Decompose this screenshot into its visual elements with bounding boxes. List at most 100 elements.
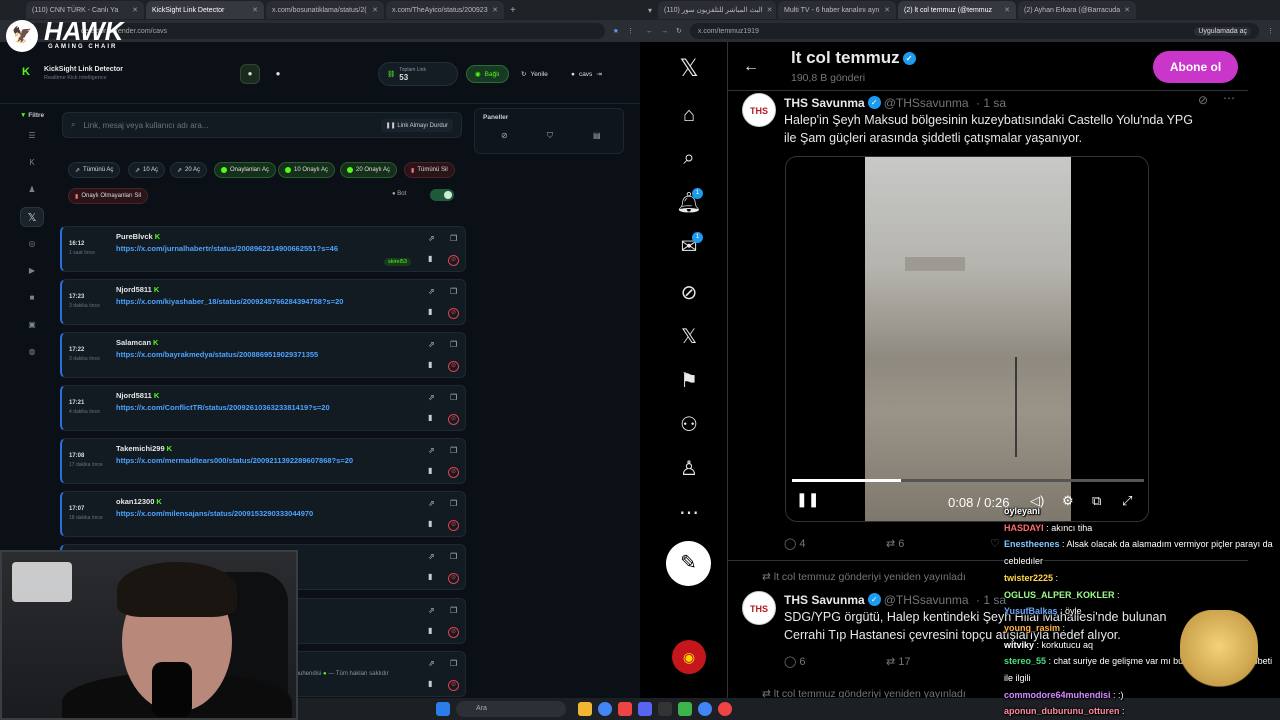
x-logo-icon[interactable]: 𝕏 [676, 54, 702, 83]
chat-username[interactable]: twister2225 [1004, 573, 1053, 583]
globe-icon[interactable]: ◍ [20, 342, 44, 362]
tab-syria-tv[interactable]: (110) البث المباشر للتلفزيون سور ✕ [658, 1, 777, 19]
copy-icon[interactable]: ❐ [450, 234, 457, 243]
obs-icon[interactable] [658, 702, 672, 716]
stop-links-button[interactable]: ❚❚ Link Almayı Durdur [380, 118, 453, 132]
external-link-icon[interactable]: ⇗ [428, 499, 435, 508]
tweet-author[interactable]: THS Savunma [784, 96, 865, 110]
camera-icon[interactable]: ▣ [20, 315, 44, 335]
communities-icon[interactable]: ⚇ [676, 412, 702, 437]
app-icon[interactable] [718, 702, 732, 716]
pause-icon[interactable]: ❚❚ [796, 491, 819, 508]
close-icon[interactable]: ✕ [1004, 6, 1010, 14]
close-icon[interactable]: ✕ [132, 6, 138, 14]
chat-username[interactable]: aponun_duburunu_otturen [1004, 706, 1119, 716]
link-url[interactable]: https://x.com/kiyashaber_18/status/20092… [116, 297, 343, 306]
list-icon[interactable]: ☰ [20, 126, 44, 146]
instagram-icon[interactable]: ◎ [20, 234, 44, 254]
link-url[interactable]: https://x.com/bayrakmedya/status/2008869… [116, 350, 318, 359]
back-arrow-icon[interactable]: ← [743, 58, 759, 76]
copy-icon[interactable]: ❐ [450, 552, 457, 561]
trash-icon[interactable]: ▮ [428, 626, 432, 635]
home-icon[interactable]: ⌂ [676, 104, 702, 127]
external-link-icon[interactable]: ⇗ [428, 552, 435, 561]
link-card[interactable]: 17:08 17 dakika önce Takemichi299 K https… [60, 438, 466, 484]
block-icon[interactable]: ⊘ [448, 520, 459, 531]
profile-icon[interactable]: ♙ [676, 456, 702, 481]
search-bar[interactable]: ⌕ Link, mesaj veya kullanıcı adı ara... … [62, 112, 462, 138]
shield-icon[interactable]: ⛉ [547, 131, 553, 141]
kick-icon[interactable]: K [20, 153, 44, 173]
repost-button[interactable]: ⇄ 17 [886, 655, 911, 668]
trash-icon[interactable]: ▮ [428, 466, 432, 475]
connected-status[interactable]: ◉ Bağlı [466, 65, 509, 83]
link-url[interactable]: https://x.com/milensajans/status/2009153… [116, 509, 313, 518]
search-icon[interactable]: ⌕ [676, 147, 702, 170]
tweet-time[interactable]: · 1 sa [976, 593, 1006, 607]
chat-username[interactable]: OGLUS_ALPER_KOKLER [1004, 590, 1115, 600]
more-icon[interactable]: ⋯ [1223, 91, 1235, 105]
link-card[interactable]: 17:07 18 dakika önce okan12300 K https://… [60, 491, 466, 537]
block-icon[interactable]: ⊘ [448, 414, 459, 425]
avatar[interactable]: ● [240, 64, 260, 84]
repost-note-text[interactable]: lt col temmuz gönderiyi yeniden yayınlad… [774, 688, 966, 698]
grok-icon[interactable]: ⊘ [1198, 93, 1208, 107]
menu-icon[interactable]: ⋮ [627, 27, 634, 35]
open-all-chip[interactable]: ⇗ Tümünü Aç [68, 162, 121, 178]
video-player[interactable]: ❚❚ 0:08 / 0:26 ◁) ⚙ ⧉ ⤢ [785, 156, 1149, 522]
star-icon[interactable]: ★ [613, 27, 619, 35]
tab-kicksight[interactable]: KickSight Link Detector ✕ [146, 1, 264, 19]
tab-x-2[interactable]: x.com/TheAyico/status/200923 ✕ [386, 1, 504, 19]
external-link-icon[interactable]: ⇗ [428, 234, 435, 243]
explorer-icon[interactable] [578, 702, 592, 716]
trash-icon[interactable]: ▮ [428, 519, 432, 528]
link-url[interactable]: https://x.com/mermaidtears000/status/200… [116, 456, 353, 465]
reply-button[interactable]: ◯ 6 [784, 655, 806, 668]
close-icon[interactable]: ✕ [767, 6, 773, 14]
chat-username[interactable]: young_rasim [1004, 623, 1060, 633]
block-icon[interactable]: ⊘ [448, 308, 459, 319]
chrome-icon[interactable] [698, 702, 712, 716]
link-card[interactable]: 17:23 3 dakika önce Njord5811 K https://x… [60, 279, 466, 325]
chat-username[interactable]: Enestheenes [1004, 539, 1060, 549]
delete-all-chip[interactable]: ▮ Tümünü Sil [404, 162, 455, 178]
reply-button[interactable]: ◯ 4 [784, 537, 806, 550]
open-in-app-button[interactable]: Uygulamada aç [1194, 26, 1251, 36]
tab-x-1[interactable]: x.com/bosunatiklama/status/2(✕ [266, 1, 384, 19]
link-url[interactable]: https://x.com/jurnalhabertr/status/20089… [116, 244, 338, 253]
chat-username[interactable]: HASDAYI [1004, 523, 1044, 533]
tab-multitv[interactable]: Multi TV - 6 haber kanalını ayn ✕ [778, 1, 897, 19]
x-icon[interactable]: 𝕏 [20, 207, 44, 227]
trash-icon[interactable]: ▮ [428, 307, 432, 316]
block-icon[interactable]: ⊘ [448, 573, 459, 584]
tweet-time[interactable]: · 1 sa [976, 96, 1006, 110]
repost-note-text[interactable]: lt col temmuz gönderiyi yeniden yayınlad… [774, 571, 966, 583]
tab-temmuz[interactable]: (2) lt col temmuz (@temmuz ✕ [898, 1, 1017, 19]
chat-username[interactable]: commodore64muhendisi [1004, 690, 1111, 700]
close-icon[interactable]: ✕ [884, 6, 890, 14]
delete-unapproved-chip[interactable]: ▮ Onaylı Olmayanları Sil [68, 188, 148, 204]
chat-username[interactable]: öyleyani [1004, 506, 1040, 516]
trash-icon[interactable]: ▮ [428, 572, 432, 581]
bomb-icon[interactable]: ● [268, 64, 288, 84]
link-card[interactable]: 17:21 4 dakika önce Njord5811 K https://x… [60, 385, 466, 431]
chrome-icon[interactable] [598, 702, 612, 716]
copy-icon[interactable]: ❐ [450, 446, 457, 455]
open-10-approved-chip[interactable]: 10 Onaylı Aç [278, 162, 336, 178]
external-link-icon[interactable]: ⇗ [428, 659, 435, 668]
tweet-handle[interactable]: @THSsavunma [884, 96, 969, 110]
close-icon[interactable]: ✕ [492, 6, 498, 14]
chat-username[interactable]: witviky [1004, 640, 1034, 650]
link-card[interactable]: 17:22 3 dakika önce Salamcan K https://x.… [60, 332, 466, 378]
block-icon[interactable]: ⊘ [448, 467, 459, 478]
tab-ayhan[interactable]: (2) Ayhan Erkara (@Barracuda ✕ [1018, 1, 1137, 19]
archive-icon[interactable]: ▤ [593, 131, 601, 140]
refresh-button[interactable]: ↻ Yenile [512, 65, 557, 83]
block-icon[interactable]: ⊘ [448, 680, 459, 691]
open-approved-chip[interactable]: Onaylanları Aç [214, 162, 277, 178]
avatar[interactable]: THS [742, 591, 776, 625]
link-url[interactable]: https://x.com/ConflictTR/status/20092610… [116, 403, 330, 412]
trash-icon[interactable]: ▮ [428, 360, 432, 369]
url-input[interactable]: x.com/temmuz1919 Uygulamada aç [689, 23, 1259, 39]
block-icon[interactable]: ⊘ [501, 131, 508, 140]
